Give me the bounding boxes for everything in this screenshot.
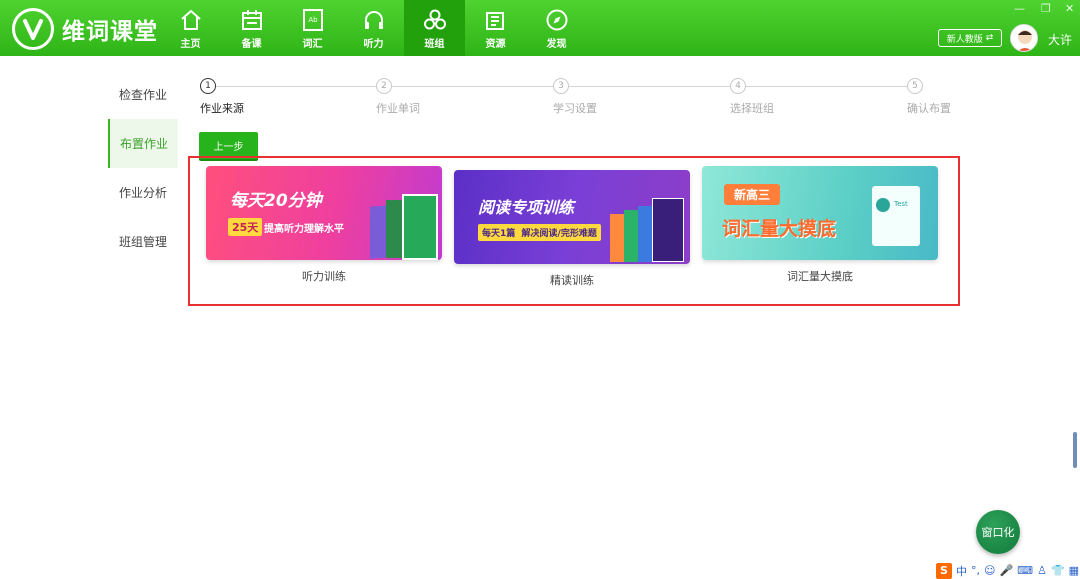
reading-banner-title: 阅读专项训练: [478, 198, 575, 217]
svg-text:Ab: Ab: [308, 16, 318, 24]
nav-label: 听力: [363, 38, 384, 50]
reading-banner-subtitle: 每天1篇 解决阅读/完形难题: [478, 224, 601, 241]
reading-banner: 阅读专项训练 每天1篇 解决阅读/完形难题: [454, 170, 690, 264]
step-3: 3 学习设置: [553, 78, 597, 115]
home-icon: [180, 9, 201, 30]
vocab-test-card[interactable]: 新高三 词汇量大摸底 Test 词汇量大摸底: [702, 166, 938, 283]
keyboard-icon[interactable]: ⌨: [1017, 564, 1033, 577]
nav-listening[interactable]: 听力: [343, 0, 404, 56]
test-paper-graphic: Test: [872, 186, 920, 246]
sogou-ime-icon[interactable]: S: [936, 562, 952, 579]
swap-icon: ⇄: [985, 33, 994, 43]
step-label: 学习设置: [553, 102, 597, 115]
resource-icon: [485, 11, 504, 30]
step-number: 4: [730, 78, 746, 94]
card-label: 精读训练: [550, 274, 594, 287]
step-indicator: 1 作业来源 2 作业单词 3 学习设置 4 选择班组 5 确认布置: [198, 78, 958, 118]
main-nav: 主页 备课 Ab 词汇 听力 班组 资源 发现: [160, 0, 587, 56]
nav-label: 资源: [485, 38, 506, 50]
step-2: 2 作业单词: [376, 78, 420, 115]
test-seal-icon: [876, 198, 890, 212]
windowed-mode-button[interactable]: 窗口化: [976, 510, 1020, 554]
toolbox-icon[interactable]: ▦: [1069, 564, 1079, 577]
nav-resources[interactable]: 资源: [465, 0, 526, 56]
scrollbar-thumb[interactable]: [1073, 432, 1077, 468]
restore-icon[interactable]: ❐: [1041, 2, 1051, 15]
card-label: 词汇量大摸底: [787, 270, 853, 283]
card-label: 听力训练: [302, 270, 346, 283]
nav-discover[interactable]: 发现: [526, 0, 587, 56]
vocab-banner-title: 词汇量大摸底: [722, 218, 837, 240]
step-label: 作业来源: [200, 102, 244, 115]
microphone-icon[interactable]: 🎤: [999, 564, 1013, 577]
listening-banner-badge: 25天: [228, 218, 263, 236]
step-number: 3: [553, 78, 569, 94]
nav-vocab[interactable]: Ab 词汇: [282, 0, 343, 56]
edition-label: 新人教版: [946, 34, 983, 45]
nav-label: 主页: [180, 38, 201, 50]
nav-label: 发现: [546, 38, 567, 50]
nav-label: 词汇: [302, 38, 323, 50]
homework-source-panel: 每天20分钟 25天 提高听力理解水平 听力训练 阅读专项训练 每天1篇 解决阅…: [188, 156, 960, 306]
nav-label: 班组: [424, 38, 445, 50]
nav-home[interactable]: 主页: [160, 0, 221, 56]
step-number: 5: [907, 78, 923, 94]
step-label: 确认布置: [907, 102, 951, 115]
app-name: 维词课堂: [62, 19, 158, 45]
vocab-banner: 新高三 词汇量大摸底 Test: [702, 166, 938, 260]
step-label: 作业单词: [376, 102, 420, 115]
step-1: 1 作业来源: [200, 78, 244, 115]
edition-switch-button[interactable]: 新人教版 ⇄: [938, 29, 1002, 47]
nav-label: 备课: [241, 38, 262, 50]
minimize-icon[interactable]: —: [1014, 2, 1025, 15]
listening-banner-subtitle: 提高听力理解水平: [264, 224, 344, 235]
step-label: 选择班组: [730, 102, 774, 115]
compass-icon: [546, 9, 567, 30]
headphones-icon: [364, 10, 383, 29]
close-icon[interactable]: ✕: [1065, 2, 1074, 15]
side-menu: 检查作业 布置作业 作业分析 班组管理: [108, 70, 178, 266]
nav-class-group[interactable]: 班组: [404, 0, 465, 56]
test-label: Test: [894, 200, 908, 208]
side-item-class-management[interactable]: 班组管理: [108, 217, 178, 266]
app-logo: 维词课堂: [12, 8, 158, 50]
group-icon: [423, 9, 446, 29]
step-number: 2: [376, 78, 392, 94]
book-cover-graphic: [402, 194, 438, 260]
listening-banner-title: 每天20分钟: [230, 191, 322, 211]
top-bar: 维词课堂 主页 备课 Ab 词汇 听力 班组 资源 发现 — ❐ ✕ 新人教版 …: [0, 0, 1080, 56]
book-cover-graphic: [652, 198, 684, 262]
vocab-book-icon: Ab: [302, 8, 323, 31]
emoji-icon[interactable]: ☺: [984, 564, 995, 577]
avatar[interactable]: [1010, 24, 1038, 52]
calendar-icon: [241, 9, 262, 30]
user-name[interactable]: 大许: [1048, 31, 1072, 48]
side-item-check-homework[interactable]: 检查作业: [108, 70, 178, 119]
punctuation-icon[interactable]: °,: [971, 564, 980, 577]
previous-step-button[interactable]: 上一步: [199, 132, 258, 159]
intensive-reading-card[interactable]: 阅读专项训练 每天1篇 解决阅读/完形难题 精读训练: [454, 170, 690, 287]
vocab-banner-tag: 新高三: [724, 184, 781, 205]
nav-prepare[interactable]: 备课: [221, 0, 282, 56]
ime-mode-label[interactable]: 中: [956, 563, 967, 579]
listening-training-card[interactable]: 每天20分钟 25天 提高听力理解水平 听力训练: [206, 166, 442, 283]
logo-v-icon: [12, 8, 54, 50]
step-5: 5 确认布置: [907, 78, 951, 115]
step-number: 1: [200, 78, 216, 94]
side-item-assign-homework[interactable]: 布置作业: [108, 119, 178, 168]
system-tray: S 中 °, ☺ 🎤 ⌨ ♙ 👕 ▦: [936, 562, 1079, 579]
listening-banner: 每天20分钟 25天 提高听力理解水平: [206, 166, 442, 260]
user-icon[interactable]: ♙: [1037, 564, 1047, 577]
side-item-homework-analysis[interactable]: 作业分析: [108, 168, 178, 217]
skin-icon[interactable]: 👕: [1051, 564, 1065, 577]
step-4: 4 选择班组: [730, 78, 774, 115]
